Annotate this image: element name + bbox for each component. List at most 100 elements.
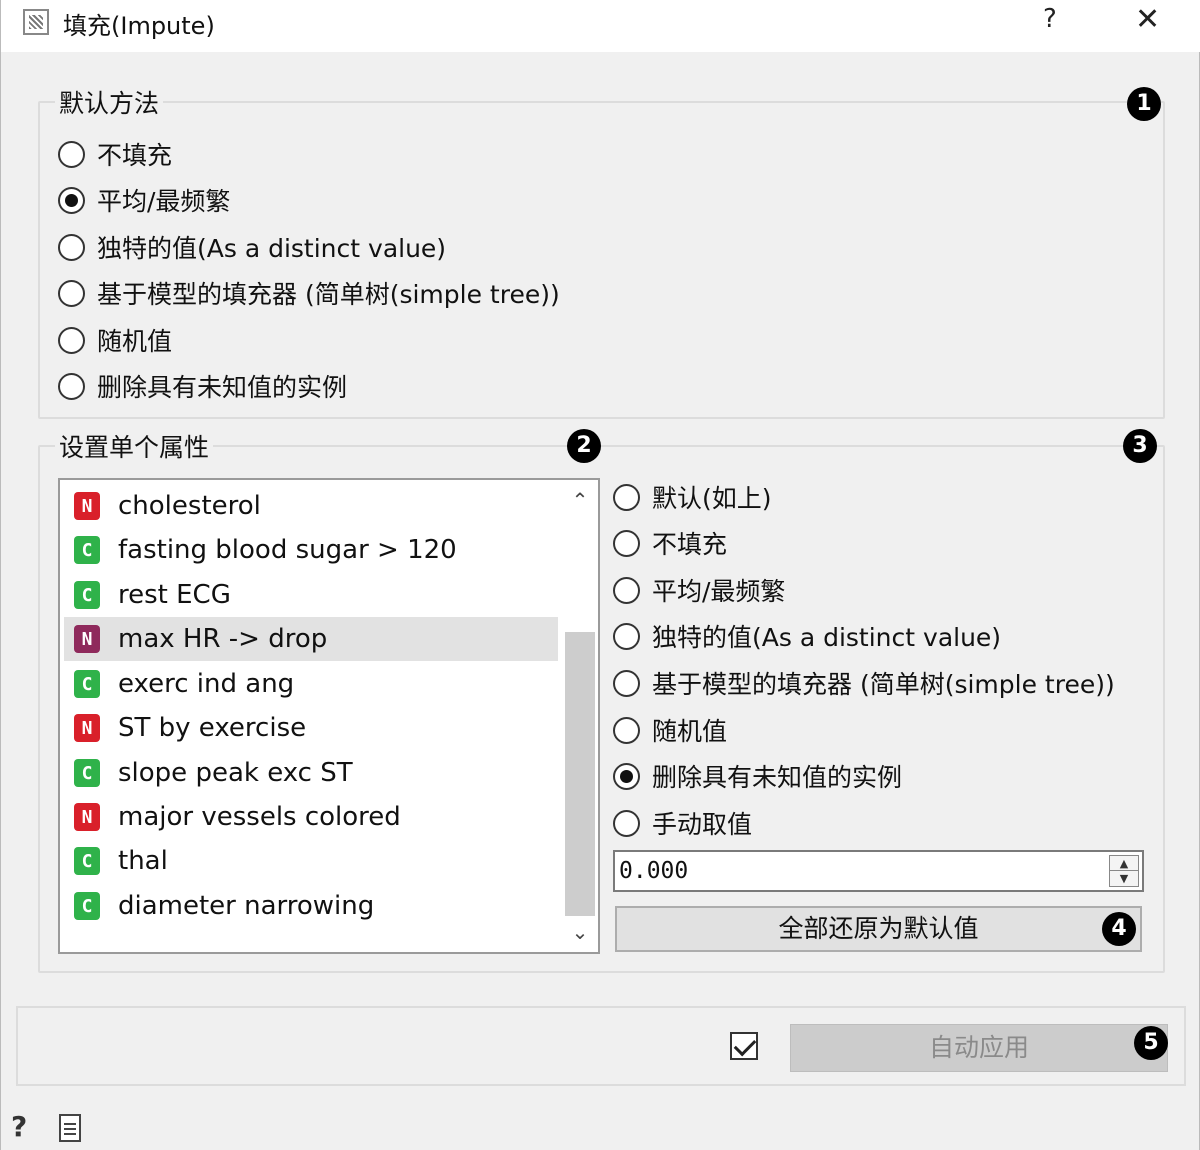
help-icon[interactable]: ?	[11, 1110, 39, 1144]
categorical-variable-icon: C	[74, 581, 100, 609]
attr-option-remove[interactable]: 删除具有未知值的实例	[613, 758, 902, 794]
report-icon[interactable]	[59, 1114, 81, 1142]
spin-down-icon[interactable]: ▼	[1110, 871, 1138, 886]
radio-icon	[58, 326, 85, 354]
default-option-remove[interactable]: 删除具有未知值的实例	[58, 368, 347, 404]
radio-icon	[613, 669, 640, 697]
list-item[interactable]: N major vessels colored	[64, 795, 558, 839]
list-item[interactable]: C fasting blood sugar > 120	[64, 528, 558, 572]
marker-5: 5	[1134, 1026, 1168, 1060]
radio-checked-icon	[613, 762, 640, 790]
spin-buttons: ▲ ▼	[1109, 855, 1139, 887]
attr-option-model[interactable]: 基于模型的填充器 (简单树(simple tree))	[613, 665, 1115, 701]
auto-apply-checkbox[interactable]	[730, 1032, 758, 1060]
attr-option-distinct[interactable]: 独特的值(As a distinct value)	[613, 618, 1001, 654]
radio-icon	[58, 140, 85, 168]
option-label: 基于模型的填充器 (简单树(simple tree))	[652, 670, 1115, 699]
attribute-name: cholesterol	[118, 491, 261, 521]
list-item[interactable]: N cholesterol	[64, 484, 558, 528]
default-option-model[interactable]: 基于模型的填充器 (简单树(simple tree))	[58, 275, 560, 311]
radio-icon	[58, 279, 85, 307]
list-item[interactable]: C diameter narrowing	[64, 884, 558, 928]
vertical-scrollbar[interactable]: ⌃ ⌄	[562, 480, 598, 952]
marker-4: 4	[1102, 912, 1136, 946]
list-item[interactable]: C exerc ind ang	[64, 662, 558, 706]
attr-option-no-impute[interactable]: 不填充	[613, 525, 727, 561]
list-item[interactable]: C thal	[64, 839, 558, 883]
restore-all-defaults-button[interactable]: 全部还原为默认值	[615, 906, 1142, 952]
radio-icon	[613, 809, 640, 837]
scroll-up-icon[interactable]: ⌃	[562, 480, 598, 520]
impute-dialog: 填充(Impute) ? ✕ 默认方法 1 不填充 平均/最频繁 独特的值(As…	[0, 0, 1200, 1150]
radio-icon	[58, 372, 85, 400]
attribute-name: fasting blood sugar > 120	[118, 535, 457, 565]
attr-option-random[interactable]: 随机值	[613, 712, 727, 748]
attribute-list[interactable]: N cholesterol C fasting blood sugar > 12…	[58, 478, 600, 954]
option-label: 随机值	[97, 327, 173, 356]
title-bar: 填充(Impute) ? ✕	[1, 0, 1200, 52]
categorical-variable-icon: C	[74, 536, 100, 564]
list-item[interactable]: N ST by exercise	[64, 706, 558, 750]
radio-icon	[613, 716, 640, 744]
option-label: 不填充	[97, 141, 173, 170]
categorical-variable-icon: C	[74, 892, 100, 920]
option-label: 基于模型的填充器 (简单树(simple tree))	[97, 280, 560, 309]
list-item[interactable]: C rest ECG	[64, 573, 558, 617]
numeric-variable-icon: N	[74, 803, 100, 831]
numeric-variable-icon: N	[74, 714, 100, 742]
radio-icon	[613, 529, 640, 557]
attribute-name: diameter narrowing	[118, 891, 375, 921]
app-icon	[23, 9, 49, 35]
default-option-average[interactable]: 平均/最频繁	[58, 182, 230, 218]
list-item-selected[interactable]: N max HR -> drop	[64, 617, 558, 661]
option-label: 随机值	[652, 717, 728, 746]
attr-option-manual[interactable]: 手动取值	[613, 805, 752, 841]
help-button[interactable]: ?	[1043, 4, 1057, 34]
radio-icon	[613, 576, 640, 604]
option-label: 默认(如上)	[652, 484, 772, 513]
marker-2: 2	[567, 429, 601, 463]
marker-1: 1	[1127, 87, 1161, 121]
default-method-title: 默认方法	[55, 84, 164, 120]
numeric-variable-icon: N	[74, 492, 100, 520]
default-option-no-impute[interactable]: 不填充	[58, 136, 172, 172]
attr-option-default[interactable]: 默认(如上)	[613, 479, 772, 515]
option-label: 平均/最频繁	[97, 187, 231, 216]
attribute-name: exerc ind ang	[118, 669, 295, 699]
option-label: 删除具有未知值的实例	[97, 373, 348, 402]
categorical-variable-icon: C	[74, 759, 100, 787]
option-label: 删除具有未知值的实例	[652, 763, 903, 792]
option-label: 平均/最频繁	[652, 577, 786, 606]
default-option-distinct[interactable]: 独特的值(As a distinct value)	[58, 229, 446, 265]
categorical-variable-icon: C	[74, 847, 100, 875]
radio-checked-icon	[58, 186, 85, 214]
auto-apply-button[interactable]: 自动应用	[790, 1024, 1168, 1072]
categorical-variable-icon: C	[74, 670, 100, 698]
marker-3: 3	[1123, 429, 1157, 463]
window-title: 填充(Impute)	[63, 12, 215, 40]
attribute-name: major vessels colored	[118, 802, 401, 832]
manual-value-input[interactable]	[619, 856, 1099, 886]
scroll-down-icon[interactable]: ⌄	[562, 912, 598, 952]
attribute-name: max HR -> drop	[118, 624, 328, 654]
attribute-name: ST by exercise	[118, 713, 307, 743]
radio-icon	[613, 622, 640, 650]
default-option-random[interactable]: 随机值	[58, 322, 172, 358]
spin-up-icon[interactable]: ▲	[1110, 856, 1138, 871]
option-label: 独特的值(As a distinct value)	[652, 623, 1002, 652]
radio-icon	[613, 483, 640, 511]
attribute-name: slope peak exc ST	[118, 758, 353, 788]
manual-value-spinbox[interactable]: ▲ ▼	[613, 850, 1144, 892]
individual-attribute-title: 设置单个属性	[55, 428, 214, 464]
scroll-thumb[interactable]	[565, 632, 595, 916]
attribute-name: thal	[118, 846, 168, 876]
radio-icon	[58, 233, 85, 261]
option-label: 不填充	[652, 530, 728, 559]
attr-option-average[interactable]: 平均/最频繁	[613, 572, 785, 608]
close-button[interactable]: ✕	[1135, 2, 1160, 37]
list-item[interactable]: C slope peak exc ST	[64, 751, 558, 795]
numeric-variable-icon: N	[74, 625, 100, 653]
option-label: 手动取值	[652, 810, 753, 839]
attribute-name: rest ECG	[118, 580, 231, 610]
option-label: 独特的值(As a distinct value)	[97, 234, 447, 263]
